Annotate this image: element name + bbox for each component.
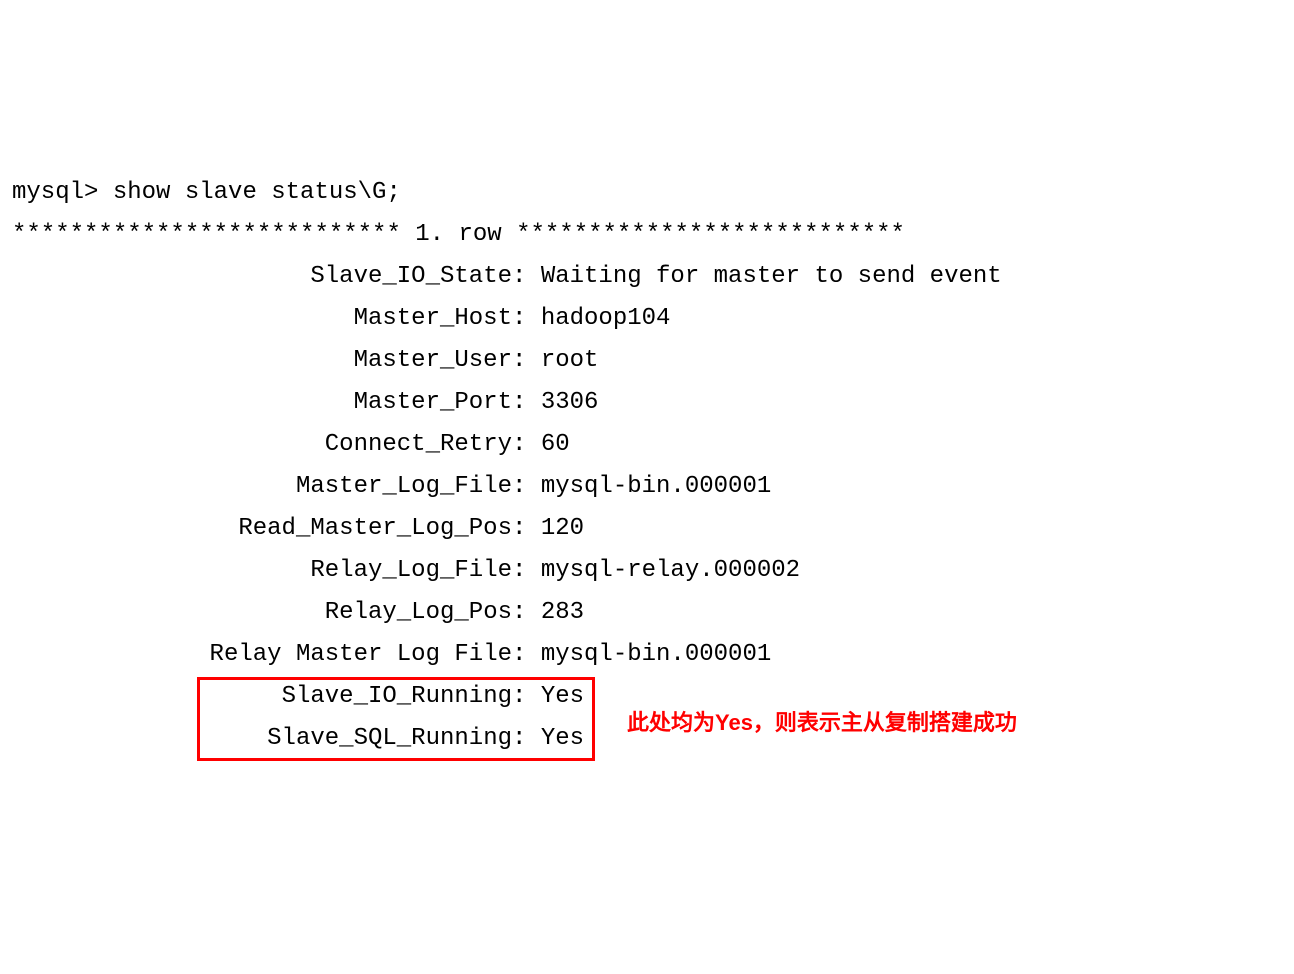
field-label: Relay_Log_Pos bbox=[12, 592, 512, 634]
status-field-slave-sql-running: Slave_SQL_Running: Yes bbox=[12, 718, 584, 760]
field-label: Master_Port bbox=[12, 382, 512, 424]
field-value: 60 bbox=[541, 431, 570, 458]
field-value: 283 bbox=[541, 599, 584, 626]
colon-separator: : bbox=[512, 683, 541, 710]
field-label: Slave_IO_State bbox=[12, 256, 512, 298]
highlight-wrapper: Slave_IO_Running: YesSlave_SQL_Running: … bbox=[12, 676, 584, 760]
field-label: Slave_SQL_Running bbox=[12, 718, 512, 760]
colon-separator: : bbox=[512, 305, 541, 332]
colon-separator: : bbox=[512, 725, 541, 752]
field-label: Master_Log_File bbox=[12, 466, 512, 508]
status-field-slave-io-state: Slave_IO_State: Waiting for master to se… bbox=[12, 256, 1282, 298]
colon-separator: : bbox=[512, 641, 541, 668]
status-field-slave-io-running: Slave_IO_Running: Yes bbox=[12, 676, 584, 718]
colon-separator: : bbox=[512, 263, 541, 290]
colon-separator: : bbox=[512, 431, 541, 458]
field-value: hadoop104 bbox=[541, 305, 671, 332]
status-field-master-host: Master_Host: hadoop104 bbox=[12, 298, 1282, 340]
colon-separator: : bbox=[512, 599, 541, 626]
field-value: Yes bbox=[541, 725, 584, 752]
terminal-output: mysql> show slave status\G;*************… bbox=[12, 172, 1282, 760]
status-field-master-log-file: Master_Log_File: mysql-bin.000001 bbox=[12, 466, 1282, 508]
field-value: Waiting for master to send event bbox=[541, 263, 1002, 290]
status-field-relay-master-log-file: Relay Master Log File: mysql-bin.000001 bbox=[12, 634, 1282, 676]
field-label: Read_Master_Log_Pos bbox=[12, 508, 512, 550]
status-field-relay-log-file: Relay_Log_File: mysql-relay.000002 bbox=[12, 550, 1282, 592]
field-label: Slave_IO_Running bbox=[12, 676, 512, 718]
row-separator: *************************** 1. row *****… bbox=[12, 214, 1282, 256]
field-value: Yes bbox=[541, 683, 584, 710]
colon-separator: : bbox=[512, 389, 541, 416]
field-value: 3306 bbox=[541, 389, 599, 416]
colon-separator: : bbox=[512, 473, 541, 500]
field-value: 120 bbox=[541, 515, 584, 542]
status-field-master-user: Master_User: root bbox=[12, 340, 1282, 382]
status-field-read-master-log-pos: Read_Master_Log_Pos: 120 bbox=[12, 508, 1282, 550]
annotation-text: 此处均为Yes，则表示主从复制搭建成功 bbox=[627, 704, 1017, 743]
status-field-master-port: Master_Port: 3306 bbox=[12, 382, 1282, 424]
field-value: mysql-bin.000001 bbox=[541, 473, 771, 500]
field-label: Master_User bbox=[12, 340, 512, 382]
status-field-relay-log-pos: Relay_Log_Pos: 283 bbox=[12, 592, 1282, 634]
colon-separator: : bbox=[512, 515, 541, 542]
field-value: root bbox=[541, 347, 599, 374]
field-label: Master_Host bbox=[12, 298, 512, 340]
mysql-prompt-line: mysql> show slave status\G; bbox=[12, 172, 1282, 214]
field-value: mysql-relay.000002 bbox=[541, 557, 800, 584]
field-label: Relay Master Log File bbox=[12, 634, 512, 676]
status-field-connect-retry: Connect_Retry: 60 bbox=[12, 424, 1282, 466]
field-value: mysql-bin.000001 bbox=[541, 641, 771, 668]
colon-separator: : bbox=[512, 347, 541, 374]
colon-separator: : bbox=[512, 557, 541, 584]
field-label: Relay_Log_File bbox=[12, 550, 512, 592]
field-label: Connect_Retry bbox=[12, 424, 512, 466]
